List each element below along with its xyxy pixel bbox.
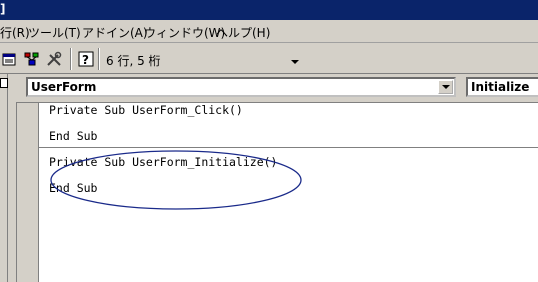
menu-item-help[interactable]: ヘルプ(H) [216, 24, 270, 41]
object-combo[interactable]: UserForm [26, 77, 456, 97]
code-window: UserForm Initialize Private Sub UserForm… [0, 74, 538, 282]
toolbar-separator [98, 48, 100, 70]
code-editor[interactable]: Private Sub UserForm_Click() End Sub Pri… [16, 102, 538, 282]
menu-item-tools[interactable]: ツール(T) [28, 24, 81, 41]
menu-item-run[interactable]: 行(R) [0, 24, 30, 41]
margin-indicator-bar[interactable] [17, 103, 39, 282]
procedure-combo-value: Initialize [471, 80, 530, 94]
object-browser-icon[interactable] [24, 51, 40, 67]
code-line[interactable]: Private Sub UserForm_Click() [49, 103, 243, 117]
menu-bar: 行(R) ツール(T) アドイン(A) ウィンドウ(W) ヘルプ(H) [0, 21, 538, 43]
procedure-separator [39, 147, 538, 148]
procedure-combo[interactable]: Initialize [466, 77, 538, 97]
properties-icon[interactable] [2, 51, 18, 67]
code-line[interactable]: End Sub [49, 129, 97, 143]
toolbar: ? 6 行, 5 桁 [0, 44, 538, 74]
window-title: ] [0, 2, 6, 16]
menu-item-window[interactable]: ウィンドウ(W) [144, 24, 225, 41]
code-line[interactable]: Private Sub UserForm_Initialize() [49, 155, 277, 169]
toolbox-icon[interactable] [46, 51, 62, 67]
title-bar: ] [0, 0, 538, 20]
object-combo-value: UserForm [31, 80, 97, 94]
cursor-position-label: 6 行, 5 桁 [106, 54, 161, 68]
menu-item-addins[interactable]: アドイン(A) [82, 24, 148, 41]
project-pane-edge [0, 74, 8, 282]
chevron-down-icon[interactable] [438, 80, 453, 94]
pane-button[interactable] [0, 78, 8, 88]
chevron-down-icon[interactable] [290, 52, 300, 66]
toolbar-separator [70, 48, 72, 70]
svg-text:?: ? [82, 53, 89, 67]
help-icon[interactable]: ? [78, 51, 94, 67]
code-line[interactable]: End Sub [49, 181, 97, 195]
